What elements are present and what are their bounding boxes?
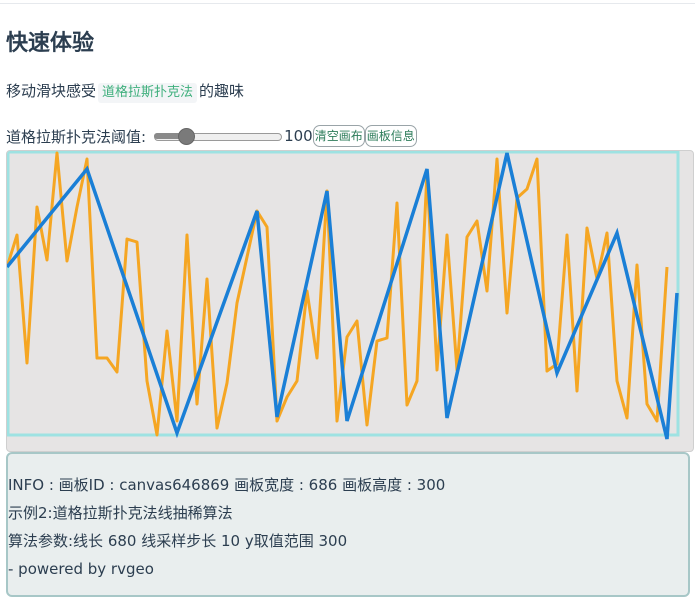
threshold-slider[interactable] (152, 125, 283, 147)
threshold-label: 道格拉斯扑克法阈值: (6, 127, 147, 146)
info-line-params: 算法参数:线长 680 线采样步长 10 y取值范围 300 (8, 532, 348, 550)
page-title: 快速体验 (6, 31, 95, 56)
info-line-example: 示例2:道格拉斯扑克法线抽稀算法 (8, 504, 233, 522)
simplified-polyline (7, 152, 679, 440)
clear-canvas-button[interactable]: 清空画布 (312, 125, 365, 147)
slider-thumb[interactable] (178, 128, 196, 145)
canvas-info-button[interactable]: 画板信息 (364, 125, 417, 147)
intro-after: 的趣味 (199, 82, 245, 100)
drawing-canvas[interactable] (6, 150, 694, 452)
intro-before: 移动滑块感受 (6, 82, 97, 100)
intro-text: 移动滑块感受 道格拉斯扑克法 的趣味 (6, 80, 244, 103)
info-line-credit: - powered by rvgeo (8, 560, 154, 578)
info-line-canvas: INFO : 画板ID : canvas646869 画板宽度 : 686 画板… (8, 476, 446, 494)
top-divider (0, 3, 695, 4)
controls-row: 道格拉斯扑克法阈值: 100 清空画布 画板信息 (6, 124, 417, 148)
canvas-svg (7, 151, 680, 440)
slider-value: 100 (284, 127, 313, 145)
info-panel: INFO : 画板ID : canvas646869 画板宽度 : 686 画板… (6, 452, 690, 597)
inline-code-tag: 道格拉斯扑克法 (98, 83, 198, 103)
